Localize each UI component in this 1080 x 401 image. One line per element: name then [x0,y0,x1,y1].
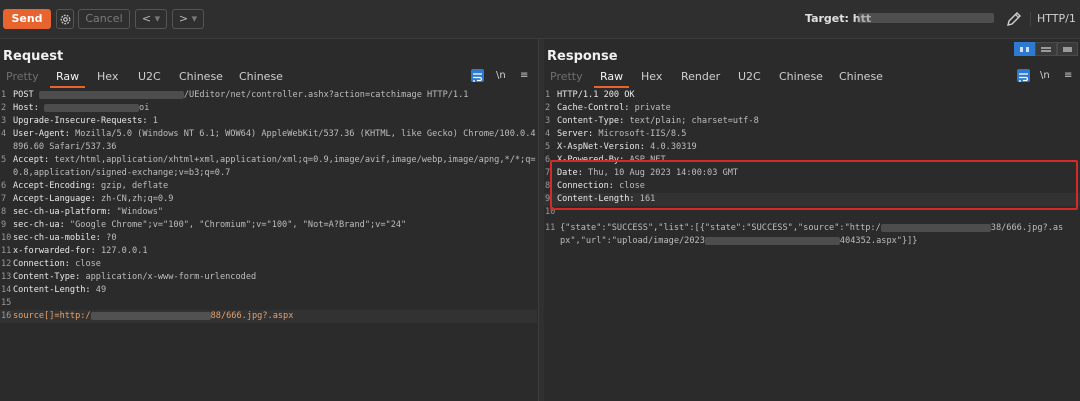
redacted-source-host [90,311,211,320]
split-vertical-view-button[interactable] [1035,42,1057,56]
back-button[interactable]: < ▾ [135,9,167,29]
toolbar: Send Cancel < ▾ > ▾ Target: htt HTTP/1 [0,0,1080,39]
newline-toggle-icon[interactable]: \n [1040,70,1050,81]
request-title: Request [3,49,64,64]
response-line: 4 Server: Microsoft-IIS/8.5 [545,129,687,139]
response-title: Response [547,49,618,64]
response-panel: Response Pretty Raw Hex Render U2C Chine… [544,39,1080,401]
split-horizontal-view-button[interactable] [1014,42,1036,56]
tab-chinese-2[interactable]: Chinese [239,70,283,83]
response-line: 2 Cache-Control: private [545,103,671,113]
redacted-target-host [858,13,994,23]
tab-raw[interactable]: Raw [593,70,630,88]
request-line: 10 sec-ch-ua-mobile: ?0 [1,233,117,243]
request-editor[interactable]: 1 POST /UEditor/net/controller.ashx?actio… [0,89,537,401]
tab-hex[interactable]: Hex [641,70,662,83]
redacted-source-host [880,223,991,232]
tab-u2c[interactable]: U2C [138,70,161,83]
newline-toggle-icon[interactable]: \n [496,70,506,81]
response-line: 1 HTTP/1.1 200 OK [545,90,635,100]
request-line: 5 Accept: text/html,application/xhtml+xml… [1,155,536,178]
redacted-upload-path [704,236,840,245]
layout-view-toggle [1014,42,1078,56]
request-body-line: 16 source[]=http:/88/666.jpg?.aspx [0,310,537,323]
request-line: 9 sec-ch-ua: "Google Chrome";v="100", "Ch… [1,220,407,230]
forward-button[interactable]: > ▾ [172,9,204,29]
send-button[interactable]: Send [3,9,51,29]
forward-arrow-icon: > [178,12,189,25]
request-line: 12 Connection: close [1,259,101,269]
tab-pretty[interactable]: Pretty [6,70,39,83]
word-wrap-icon[interactable] [471,69,484,82]
request-line: 15 [1,298,12,308]
request-line: 3 Upgrade-Insecure-Requests: 1 [1,116,158,126]
tab-pretty[interactable]: Pretty [550,70,583,83]
back-dropdown-icon[interactable]: ▾ [155,12,161,25]
request-line: 13 Content-Type: application/x-www-form-u… [1,272,257,282]
request-panel: Request Pretty Raw Hex U2C Chinese Chine… [0,39,537,401]
back-arrow-icon: < [141,12,152,25]
request-line: 14 Content-Length: 49 [1,285,107,295]
settings-gear-icon[interactable] [56,9,74,29]
request-tabs: Pretty Raw Hex U2C Chinese Chinese \n ≡ [0,69,537,88]
response-line: 3 Content-Type: text/plain; charset=utf-8 [545,116,759,126]
word-wrap-icon[interactable] [1017,69,1030,82]
http-version[interactable]: HTTP/1 [1030,12,1076,26]
request-line: 4 User-Agent: Mozilla/5.0 (Windows NT 6.1… [1,129,536,152]
edit-target-pencil-icon[interactable] [1005,10,1023,28]
tab-render[interactable]: Render [681,70,720,83]
redacted-path [38,90,184,99]
response-line: 5 X-AspNet-Version: 4.0.30319 [545,142,697,152]
request-line: 6 Accept-Encoding: gzip, deflate [1,181,169,191]
response-body-line: 11 {"state":"SUCCESS","list":[{"state":"S… [545,223,1064,246]
highlight-box [550,160,1078,210]
tab-raw[interactable]: Raw [49,70,86,88]
tab-chinese[interactable]: Chinese [779,70,823,83]
request-line: 8 sec-ch-ua-platform: "Windows" [1,207,164,217]
request-line: 1 POST /UEditor/net/controller.ashx?actio… [1,90,469,100]
tab-chinese-2[interactable]: Chinese [839,70,883,83]
request-line: 7 Accept-Language: zh-CN,zh;q=0.9 [1,194,174,204]
single-view-button[interactable] [1056,42,1078,56]
tab-u2c[interactable]: U2C [738,70,761,83]
gear-icon [60,14,70,24]
tab-chinese[interactable]: Chinese [179,70,223,83]
response-editor[interactable]: 1 HTTP/1.1 200 OK 2 Cache-Control: private… [544,89,1080,401]
cancel-button[interactable]: Cancel [78,9,130,29]
response-tabs: Pretty Raw Hex Render U2C Chinese Chines… [544,69,1080,88]
redacted-host [44,103,140,112]
menu-icon[interactable]: ≡ [520,70,528,81]
request-line: 2 Host: oi [1,103,150,113]
request-line: 11 x-forwarded-for: 127.0.0.1 [1,246,148,256]
tab-hex[interactable]: Hex [97,70,118,83]
menu-icon[interactable]: ≡ [1064,70,1072,81]
forward-dropdown-icon[interactable]: ▾ [192,12,198,25]
